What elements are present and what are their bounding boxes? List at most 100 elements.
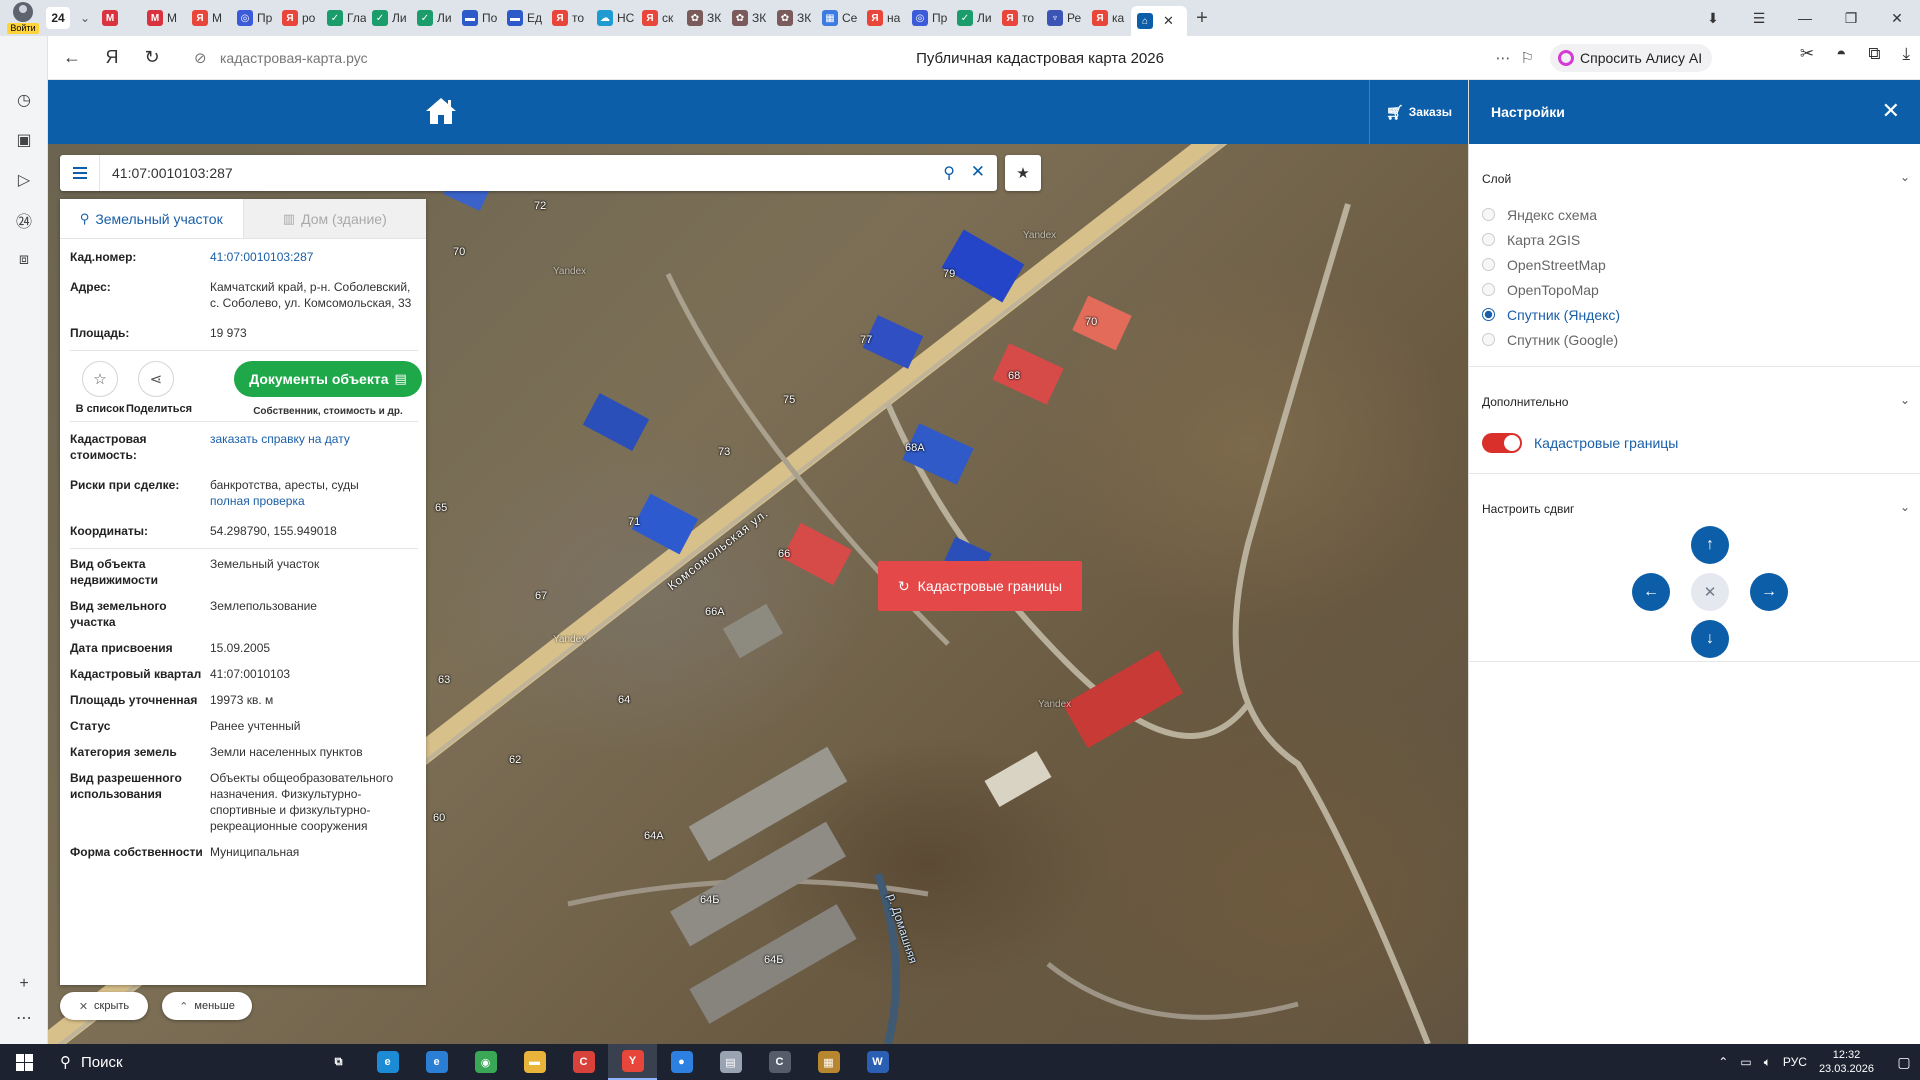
screenshot-icon[interactable]: ⧈ [0, 240, 48, 280]
browser-tab[interactable]: ▦ Се [816, 4, 861, 32]
object-documents-button[interactable]: Документы объекта ▤ [234, 361, 422, 397]
browser-tab[interactable]: ✓ Ли [951, 4, 996, 32]
start-button[interactable] [0, 1044, 48, 1080]
browser-tab[interactable]: ◎ Пр [231, 4, 276, 32]
browser-tab[interactable]: MМ [141, 4, 186, 32]
shift-up-button[interactable]: ↑ [1691, 526, 1729, 564]
taskbar-app[interactable]: e [412, 1044, 461, 1080]
cadastral-number-link[interactable]: 41:07:0010103:287 [210, 249, 418, 265]
add-to-list-button[interactable]: ☆ В список [70, 361, 130, 415]
collections-icon[interactable]: ⧉ [1868, 44, 1880, 64]
browser-tab[interactable]: Ято [996, 4, 1041, 32]
home-icon[interactable] [424, 96, 458, 126]
yandex-home-icon[interactable]: Я [92, 47, 132, 68]
browser-tab[interactable]: Яск [636, 4, 681, 32]
browser-tab[interactable]: M [96, 4, 141, 32]
browser-tab[interactable]: ☁ НС [591, 4, 636, 32]
browser-tab[interactable]: Яна [861, 4, 906, 32]
layer-section-header[interactable]: Слой ⌄ [1469, 144, 1920, 186]
shift-section-header[interactable]: Настроить сдвиг ⌄ [1469, 474, 1920, 516]
taskbar-app[interactable]: Y [608, 1044, 657, 1080]
taskbar-search[interactable]: ⚲ Поиск [48, 1044, 238, 1080]
hide-card-button[interactable]: ✕ скрыть [60, 992, 148, 1020]
notes-icon[interactable]: ▣ [0, 120, 48, 160]
layer-option[interactable]: Спутник (Google) [1482, 327, 1920, 352]
radio-icon[interactable] [1482, 283, 1495, 296]
layer-option[interactable]: Спутник (Яндекс) [1482, 302, 1920, 327]
browser-tab[interactable]: ЯМ [186, 4, 231, 32]
full-check-link[interactable]: полная проверка [210, 493, 418, 509]
downloads-indicator-icon[interactable]: ⬇ [1690, 10, 1736, 27]
more-icon[interactable]: ⋯ [0, 998, 48, 1038]
search-input[interactable] [100, 165, 900, 181]
url-field[interactable]: ⊘ кадастровая-карта.рус Публичная кадаст… [190, 42, 1550, 74]
taskbar-app[interactable]: ▬ [510, 1044, 559, 1080]
browser-tab[interactable]: ✓ Гла [321, 4, 366, 32]
shift-right-button[interactable]: → [1750, 573, 1788, 611]
alice-button[interactable]: Спросить Алису AI [1550, 44, 1713, 72]
extra-section-header[interactable]: Дополнительно ⌄ [1469, 367, 1920, 409]
more-icon[interactable]: ⋯ [1496, 50, 1521, 67]
order-cost-link[interactable]: заказать справку на дату [210, 431, 418, 463]
taskbar-app[interactable]: C [755, 1044, 804, 1080]
share-button[interactable]: ⋖ Поделиться [126, 361, 192, 415]
browser-tab[interactable]: ✿ ЗК [771, 4, 816, 32]
tab-land-plot[interactable]: ⚲ Земельный участок [60, 199, 243, 238]
cadastral-borders-toggle[interactable] [1482, 433, 1522, 453]
taskbar-app[interactable]: ● [657, 1044, 706, 1080]
taskbar-app[interactable]: ◉ [461, 1044, 510, 1080]
menu-icon[interactable]: ☰ [1736, 10, 1782, 27]
clock[interactable]: 12:32 23.03.2026 [1819, 1048, 1874, 1076]
chevron-down-icon[interactable]: ⌄ [74, 11, 96, 25]
browser-tab[interactable]: ✿ ЗК [681, 4, 726, 32]
minimize-button[interactable]: — [1782, 10, 1828, 26]
close-tab-icon[interactable]: ✕ [1163, 13, 1174, 29]
tab-counter[interactable]: 24 [46, 7, 70, 29]
extension-icon[interactable]: ✂ [1800, 44, 1814, 64]
restore-button[interactable]: ❐ [1828, 10, 1874, 27]
browser-tab[interactable]: ▬ Ед [501, 4, 546, 32]
menu-icon[interactable] [60, 155, 100, 191]
language-indicator[interactable]: РУС [1783, 1055, 1807, 1069]
taskbar-app[interactable]: ▤ [706, 1044, 755, 1080]
shift-left-button[interactable]: ← [1632, 573, 1670, 611]
new-tab-button[interactable]: + [1187, 7, 1217, 30]
layer-option[interactable]: Карта 2GIS [1482, 227, 1920, 252]
browser-tab[interactable]: Яка [1086, 4, 1131, 32]
site-info-icon[interactable]: ⊘ [194, 49, 207, 67]
volume-icon[interactable]: 🔈︎ [1764, 1055, 1771, 1070]
radio-icon[interactable] [1482, 258, 1495, 271]
browser-tab[interactable]: ✓ Ли [366, 4, 411, 32]
browser-tab[interactable]: ♆ Ре [1041, 4, 1086, 32]
favorites-button[interactable]: ★ [1005, 155, 1041, 191]
browser-tab[interactable]: ✿ ЗК [726, 4, 771, 32]
browser-tab[interactable]: ▬ По [456, 4, 501, 32]
tab-building[interactable]: ▥ Дом (здание) [242, 199, 426, 238]
layer-option[interactable]: Яндекс схема [1482, 202, 1920, 227]
news-24-icon[interactable]: ㉔ [0, 200, 48, 240]
back-icon[interactable]: ← [52, 47, 92, 68]
browser-tab[interactable]: ◎ Пр [906, 4, 951, 32]
search-icon[interactable]: ⚲ [943, 163, 955, 183]
taskbar-app[interactable]: e [363, 1044, 412, 1080]
radio-icon[interactable] [1482, 208, 1495, 221]
profile-hat-icon[interactable]: ◓ [1836, 44, 1846, 64]
layer-option[interactable]: OpenTopoMap [1482, 277, 1920, 302]
download-icon[interactable]: ⤓ [1902, 44, 1910, 64]
taskbar-app[interactable]: ▦ [804, 1044, 853, 1080]
bookmark-icon[interactable]: ⚐ [1521, 50, 1544, 67]
browser-tab[interactable]: ✓ Ли [411, 4, 456, 32]
radio-icon[interactable] [1482, 308, 1495, 321]
shift-reset-button[interactable]: ✕ [1691, 573, 1729, 611]
profile-button[interactable]: Войти [0, 0, 46, 36]
radio-icon[interactable] [1482, 333, 1495, 346]
clear-icon[interactable]: ✕ [971, 162, 985, 182]
history-icon[interactable]: ◷ [0, 80, 48, 120]
orders-button[interactable]: 🛒︎ Заказы [1369, 80, 1468, 144]
reload-icon[interactable]: ↻ [132, 47, 172, 68]
taskbar-app[interactable]: ⧉ [314, 1044, 363, 1080]
browser-tab-active[interactable]: ⌂ ✕ [1131, 6, 1187, 36]
radio-icon[interactable] [1482, 233, 1495, 246]
close-window-button[interactable]: ✕ [1874, 10, 1920, 27]
taskbar-app[interactable]: W [853, 1044, 902, 1080]
